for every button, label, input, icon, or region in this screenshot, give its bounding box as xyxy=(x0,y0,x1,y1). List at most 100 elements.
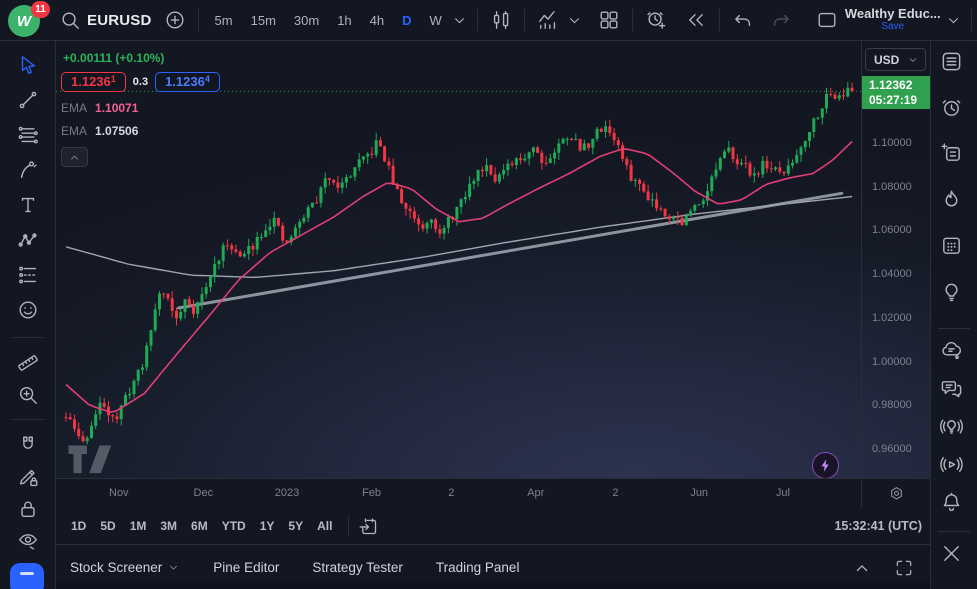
account-menu-button[interactable]: W 11 xyxy=(8,2,48,38)
drawing-lock-tool-button[interactable] xyxy=(15,464,41,490)
chart-style-button[interactable] xyxy=(485,5,517,35)
buy-ask-button[interactable]: 1.12364 xyxy=(155,72,220,92)
indicators-menu-button[interactable] xyxy=(564,5,585,35)
trend-line-tool-button[interactable] xyxy=(15,87,41,113)
indicators-button[interactable] xyxy=(532,5,564,35)
support-chat-bubble[interactable] xyxy=(10,563,44,589)
range-1D-button[interactable]: 1D xyxy=(64,515,93,537)
pattern-tool-button[interactable] xyxy=(15,227,41,253)
ideas-button[interactable] xyxy=(940,280,968,308)
divider xyxy=(632,9,633,31)
layout-templates-button[interactable] xyxy=(593,5,625,35)
timeframe-W[interactable]: W xyxy=(423,9,449,32)
create-alert-button[interactable] xyxy=(640,5,672,35)
range-5D-button[interactable]: 5D xyxy=(93,515,122,537)
ruler-icon xyxy=(17,352,39,374)
hide-drawings-tool-button[interactable] xyxy=(15,528,41,554)
replay-rewind-icon xyxy=(685,9,707,31)
timeframe-15m[interactable]: 15m xyxy=(244,9,283,32)
strategy-tester-tab[interactable]: Strategy Tester xyxy=(312,560,403,575)
stock-screener-tab[interactable]: Stock Screener xyxy=(70,560,180,575)
toolbar-divider xyxy=(12,337,44,338)
forecast-icon xyxy=(17,264,39,286)
timeframe-30m[interactable]: 30m xyxy=(287,9,326,32)
cursor-tool-button[interactable] xyxy=(15,52,41,78)
redo-button[interactable] xyxy=(765,5,797,35)
save-layout-box-button[interactable] xyxy=(811,5,843,35)
chart-pane[interactable]: +0.00111 (+0.10%) 1.12361 0.3 1.12364 EM… xyxy=(56,41,861,478)
candles-icon xyxy=(490,9,512,31)
conversations-button[interactable] xyxy=(940,377,968,405)
live-ideas-button[interactable] xyxy=(940,415,968,443)
symbol-search-button[interactable] xyxy=(54,5,86,35)
price-tick-label: 1.00000 xyxy=(862,356,924,368)
last-price-countdown-label[interactable]: 1.12362 05:27:19 xyxy=(862,76,930,109)
gear-icon[interactable] xyxy=(888,485,905,502)
range-3M-button[interactable]: 3M xyxy=(153,515,184,537)
plus-circle-icon xyxy=(164,9,186,31)
magnet-tool-button[interactable] xyxy=(15,432,41,458)
maximize-panel-button[interactable] xyxy=(890,554,918,582)
time-axis[interactable]: NovDec2023Feb2Apr2JunJul xyxy=(56,479,861,508)
brush-tool-button[interactable] xyxy=(15,157,41,183)
layout-menu-button[interactable] xyxy=(943,5,964,35)
time-axis-label: Jun xyxy=(690,487,708,499)
bar-replay-button[interactable] xyxy=(680,5,712,35)
lock-all-tool-button[interactable] xyxy=(15,496,41,522)
collapse-legend-button[interactable] xyxy=(61,147,88,167)
range-YTD-button[interactable]: YTD xyxy=(215,515,253,537)
range-6M-button[interactable]: 6M xyxy=(184,515,215,537)
notes-button[interactable] xyxy=(940,142,968,170)
price-tick-label: 1.08000 xyxy=(862,181,924,193)
window-bottom-strip xyxy=(0,581,977,589)
go-to-date-button[interactable] xyxy=(358,516,379,537)
price-axis[interactable]: USD 1.12362 05:27:19 1.100001.080001.060… xyxy=(861,41,930,478)
eye-off-icon xyxy=(17,530,39,552)
expand-panel-button[interactable] xyxy=(848,554,876,582)
forecast-tool-button[interactable] xyxy=(15,262,41,288)
range-All-button[interactable]: All xyxy=(310,515,339,537)
timeframe-menu-button[interactable] xyxy=(449,5,470,35)
watchlist-button[interactable] xyxy=(940,50,968,78)
emoji-tool-button[interactable] xyxy=(15,297,41,323)
range-1Y-button[interactable]: 1Y xyxy=(253,515,282,537)
ema-fast-legend-row[interactable]: EMA 1.10071 xyxy=(61,101,220,115)
streams-button[interactable] xyxy=(940,453,968,481)
timeframe-5m[interactable]: 5m xyxy=(208,9,240,32)
notifications-button[interactable] xyxy=(940,491,968,519)
tradingview-app: W 11 EURUSD 5m15m30m1h4hDW xyxy=(0,0,977,589)
chat-bubbles-icon xyxy=(940,377,968,405)
timeframe-4h[interactable]: 4h xyxy=(363,9,391,32)
price-tick-label: 1.10000 xyxy=(862,137,924,149)
bulb-icon xyxy=(940,280,968,308)
ema-slow-legend-row[interactable]: EMA 1.07506 xyxy=(61,124,220,138)
clock-utc[interactable]: 15:32:41 (UTC) xyxy=(834,519,922,533)
range-5Y-button[interactable]: 5Y xyxy=(281,515,310,537)
symbol-name[interactable]: EURUSD xyxy=(87,12,152,29)
boost-lightning-button[interactable] xyxy=(812,452,839,478)
calendar-button[interactable] xyxy=(940,234,968,262)
cursor-icon xyxy=(17,54,39,76)
alerts-button[interactable] xyxy=(940,96,968,124)
price-tick-label: 1.04000 xyxy=(862,268,924,280)
right-sidebar-toolbar xyxy=(930,41,977,589)
sell-bid-button[interactable]: 1.12361 xyxy=(61,72,126,92)
timeframe-1h[interactable]: 1h xyxy=(330,9,358,32)
hotlists-button[interactable] xyxy=(940,188,968,216)
compare-add-symbol-button[interactable] xyxy=(159,5,191,35)
fib-retracement-tool-button[interactable] xyxy=(15,122,41,148)
trading-panel-tab[interactable]: Trading Panel xyxy=(436,560,520,575)
text-tool-button[interactable] xyxy=(15,192,41,218)
pine-editor-tab[interactable]: Pine Editor xyxy=(213,560,279,575)
chat-button[interactable] xyxy=(940,339,968,367)
currency-selector[interactable]: USD xyxy=(865,48,926,71)
save-link[interactable]: Save xyxy=(881,22,904,33)
toolbar-divider xyxy=(938,531,970,532)
zoom-in-tool-button[interactable] xyxy=(15,382,41,408)
timeframe-D[interactable]: D xyxy=(395,9,418,32)
measure-tool-button[interactable] xyxy=(15,350,41,376)
x-feed-button[interactable] xyxy=(940,542,968,570)
undo-button[interactable] xyxy=(727,5,759,35)
range-1M-button[interactable]: 1M xyxy=(123,515,154,537)
layout-name-button[interactable]: Wealthy Educ... Save xyxy=(845,7,941,32)
